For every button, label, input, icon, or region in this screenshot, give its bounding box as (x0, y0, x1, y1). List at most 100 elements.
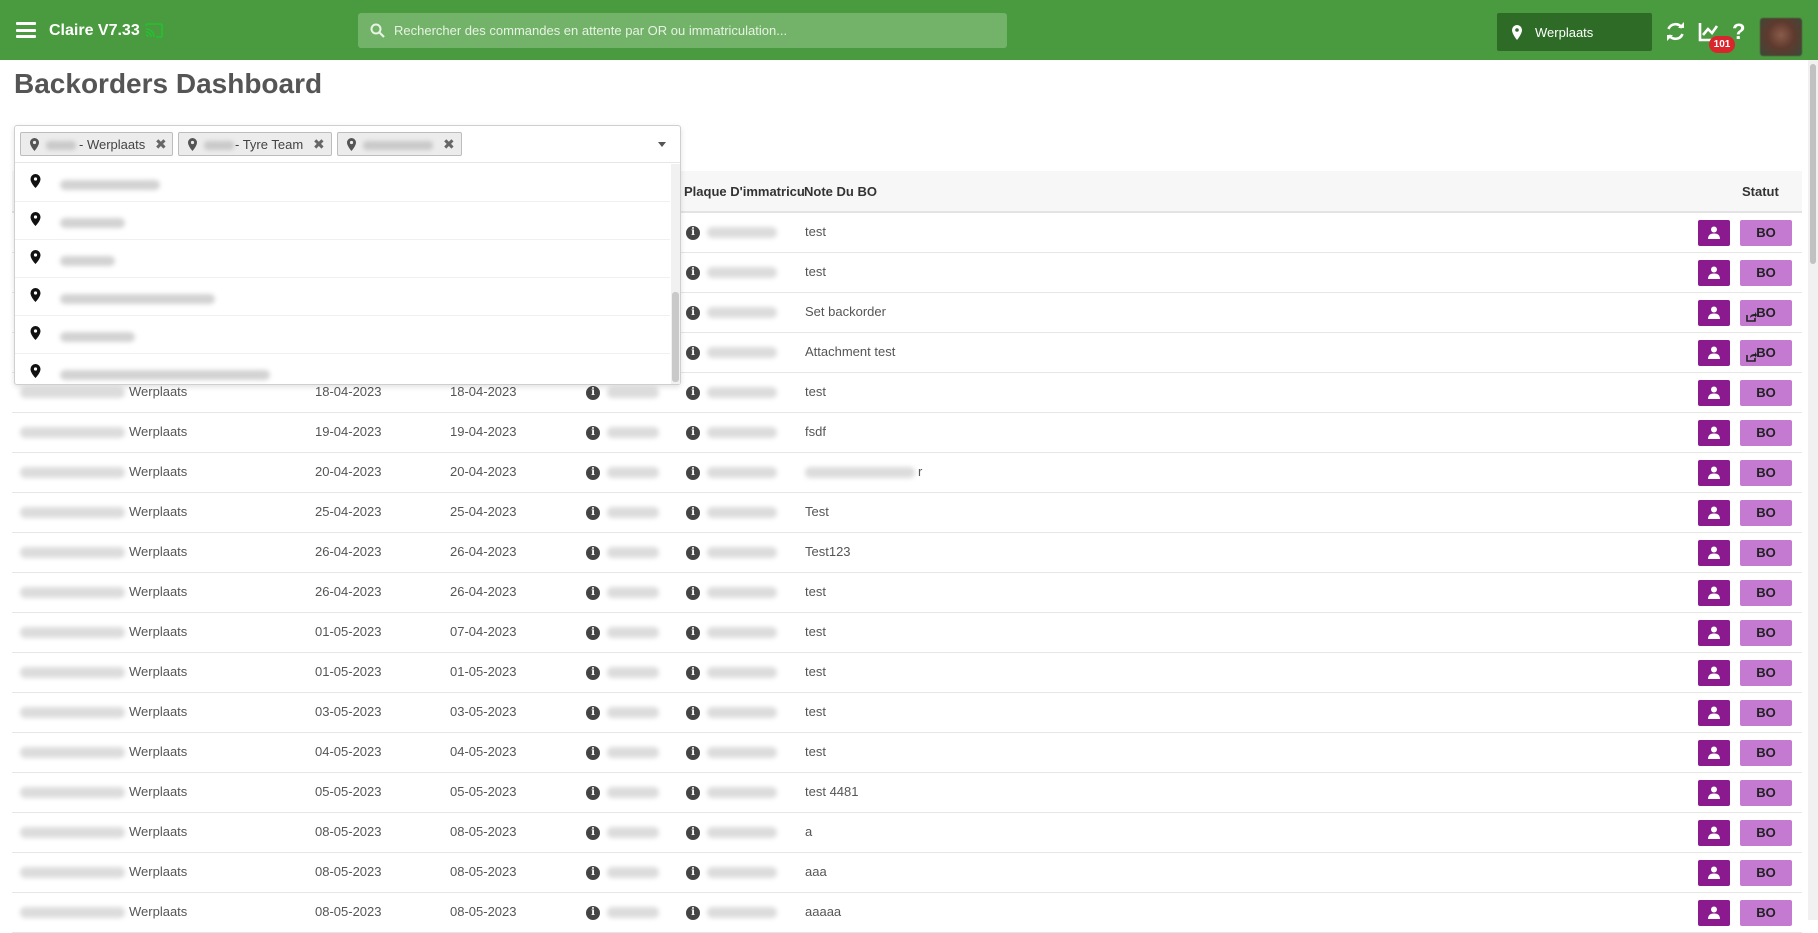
table-row[interactable]: Werplaats 08-05-2023 08-05-2023 i i aaa BO (12, 853, 1802, 893)
assign-user-button[interactable] (1698, 620, 1730, 646)
dropdown-option[interactable] (15, 164, 670, 202)
status-bo-button[interactable]: BO (1740, 740, 1792, 766)
multiselect-selection[interactable]: - Werplaats ✖ - Tyre Team ✖ ✖ (15, 126, 680, 163)
assign-user-button[interactable] (1698, 820, 1730, 846)
column-header-plate[interactable]: Plaque D'immatricu (684, 184, 805, 199)
info-icon[interactable]: i (686, 226, 700, 240)
info-icon[interactable]: i (686, 866, 700, 880)
table-row[interactable]: Werplaats 08-05-2023 08-05-2023 i i aaaaa BO (12, 893, 1802, 933)
location-filter-multiselect[interactable]: - Werplaats ✖ - Tyre Team ✖ ✖ (14, 125, 681, 385)
table-row[interactable]: Werplaats 25-04-2023 25-04-2023 i i Test BO (12, 493, 1802, 533)
info-icon[interactable]: i (686, 266, 700, 280)
status-bo-button[interactable]: BO (1740, 900, 1792, 926)
menu-icon[interactable] (16, 22, 36, 38)
status-bo-button[interactable]: BO (1740, 340, 1792, 366)
chip-remove-icon[interactable]: ✖ (313, 136, 325, 153)
info-icon[interactable]: i (686, 906, 700, 920)
dropdown-scrollbar[interactable] (671, 164, 680, 384)
info-icon[interactable]: i (586, 426, 600, 440)
info-icon[interactable]: i (686, 306, 700, 320)
status-bo-button[interactable]: BO (1740, 660, 1792, 686)
status-bo-button[interactable]: BO (1740, 540, 1792, 566)
table-row[interactable]: Werplaats 03-05-2023 03-05-2023 i i test BO (12, 693, 1802, 733)
dropdown-option[interactable] (15, 202, 670, 240)
search-input[interactable] (394, 13, 994, 48)
chip-remove-icon[interactable]: ✖ (443, 136, 455, 153)
cast-icon[interactable] (145, 23, 163, 38)
column-header-note[interactable]: Note Du BO (804, 184, 877, 199)
assign-user-button[interactable] (1698, 380, 1730, 406)
status-bo-button[interactable]: BO (1740, 300, 1792, 326)
assign-user-button[interactable] (1698, 460, 1730, 486)
assign-user-button[interactable] (1698, 900, 1730, 926)
info-icon[interactable]: i (686, 426, 700, 440)
chevron-down-icon[interactable] (658, 142, 666, 147)
assign-user-button[interactable] (1698, 660, 1730, 686)
info-icon[interactable]: i (586, 626, 600, 640)
status-bo-button[interactable]: BO (1740, 420, 1792, 446)
info-icon[interactable]: i (686, 626, 700, 640)
chip-remove-icon[interactable]: ✖ (155, 136, 167, 153)
info-icon[interactable]: i (686, 826, 700, 840)
info-icon[interactable]: i (686, 746, 700, 760)
info-icon[interactable]: i (586, 386, 600, 400)
assign-user-button[interactable] (1698, 780, 1730, 806)
info-icon[interactable]: i (686, 666, 700, 680)
info-icon[interactable]: i (686, 786, 700, 800)
info-icon[interactable]: i (586, 546, 600, 560)
column-header-status[interactable]: Statut (1742, 184, 1779, 199)
info-icon[interactable]: i (586, 706, 600, 720)
status-bo-button[interactable]: BO (1740, 860, 1792, 886)
info-icon[interactable]: i (586, 666, 600, 680)
info-icon[interactable]: i (586, 466, 600, 480)
info-icon[interactable]: i (686, 706, 700, 720)
info-icon[interactable]: i (686, 386, 700, 400)
dropdown-option[interactable] (15, 240, 670, 278)
help-icon[interactable]: ? (1732, 19, 1745, 45)
assign-user-button[interactable] (1698, 220, 1730, 246)
assign-user-button[interactable] (1698, 260, 1730, 286)
info-icon[interactable]: i (686, 546, 700, 560)
info-icon[interactable]: i (686, 346, 700, 360)
dropdown-option[interactable] (15, 278, 670, 316)
status-bo-button[interactable]: BO (1740, 380, 1792, 406)
info-icon[interactable]: i (586, 586, 600, 600)
table-row[interactable]: Werplaats 04-05-2023 04-05-2023 i i test BO (12, 733, 1802, 773)
status-bo-button[interactable]: BO (1740, 700, 1792, 726)
info-icon[interactable]: i (586, 826, 600, 840)
status-bo-button[interactable]: BO (1740, 460, 1792, 486)
avatar[interactable] (1760, 18, 1802, 56)
refresh-icon[interactable] (1665, 21, 1686, 42)
assign-user-button[interactable] (1698, 300, 1730, 326)
table-row[interactable]: Werplaats 26-04-2023 26-04-2023 i i test BO (12, 573, 1802, 613)
status-bo-button[interactable]: BO (1740, 260, 1792, 286)
info-icon[interactable]: i (586, 866, 600, 880)
assign-user-button[interactable] (1698, 340, 1730, 366)
table-row[interactable]: Werplaats 20-04-2023 20-04-2023 i i r BO (12, 453, 1802, 493)
table-row[interactable]: Werplaats 08-05-2023 08-05-2023 i i a BO (12, 813, 1802, 853)
table-row[interactable]: Werplaats 19-04-2023 19-04-2023 i i fsdf BO (12, 413, 1802, 453)
info-icon[interactable]: i (686, 466, 700, 480)
status-bo-button[interactable]: BO (1740, 500, 1792, 526)
dropdown-option[interactable] (15, 316, 670, 354)
info-icon[interactable]: i (686, 586, 700, 600)
status-bo-button[interactable]: BO (1740, 220, 1792, 246)
assign-user-button[interactable] (1698, 540, 1730, 566)
table-row[interactable]: Werplaats 26-04-2023 26-04-2023 i i Test123 BO (12, 533, 1802, 573)
status-bo-button[interactable]: BO (1740, 620, 1792, 646)
page-scrollbar[interactable] (1808, 60, 1818, 920)
info-icon[interactable]: i (586, 506, 600, 520)
info-icon[interactable]: i (586, 746, 600, 760)
table-row[interactable]: Werplaats 01-05-2023 01-05-2023 i i test BO (12, 653, 1802, 693)
table-row[interactable]: Werplaats 05-05-2023 05-05-2023 i i test 4481… (12, 773, 1802, 813)
assign-user-button[interactable] (1698, 580, 1730, 606)
assign-user-button[interactable] (1698, 740, 1730, 766)
status-bo-button[interactable]: BO (1740, 820, 1792, 846)
dropdown-option[interactable] (15, 354, 670, 384)
status-bo-button[interactable]: BO (1740, 780, 1792, 806)
status-bo-button[interactable]: BO (1740, 580, 1792, 606)
assign-user-button[interactable] (1698, 500, 1730, 526)
assign-user-button[interactable] (1698, 700, 1730, 726)
location-selector[interactable]: Werplaats (1497, 13, 1652, 51)
info-icon[interactable]: i (586, 906, 600, 920)
